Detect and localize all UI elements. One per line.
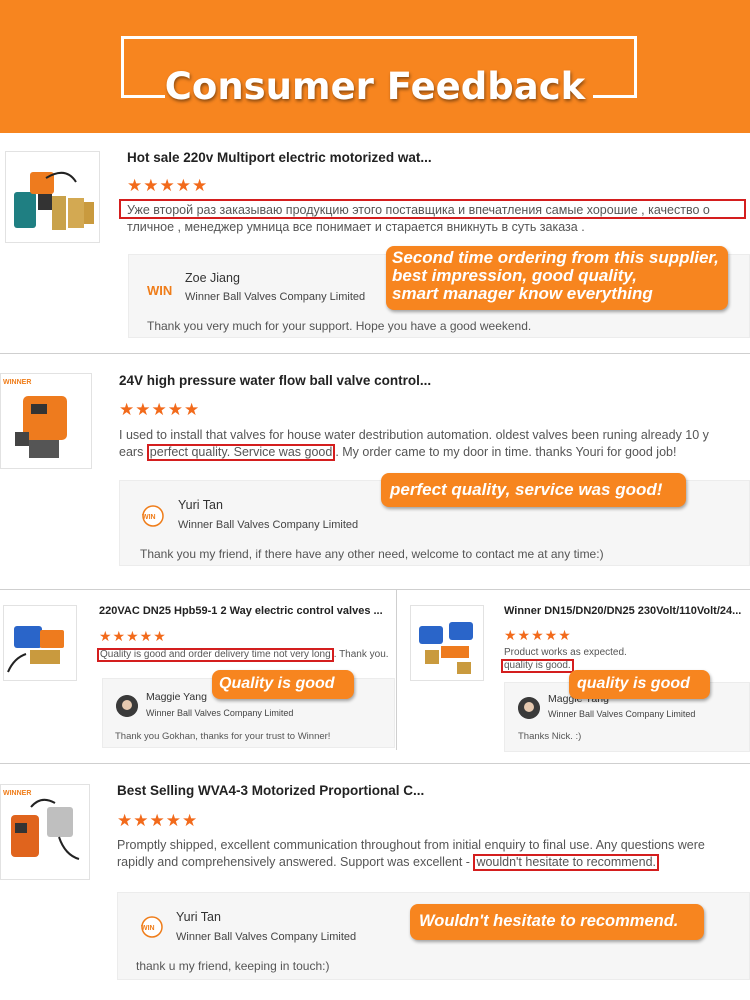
- svg-text:WINNER: WINNER: [3, 379, 31, 386]
- rating-stars: ★★★★★: [504, 627, 572, 643]
- reply-message: Thank you Gokhan, thanks for your trust …: [115, 731, 331, 742]
- divider: [0, 763, 750, 764]
- product-image[interactable]: [5, 151, 100, 243]
- text-segment: ears: [119, 445, 147, 459]
- highlight-box: quality is good.: [501, 659, 574, 673]
- review-4: Winner DN15/DN20/DN25 230Volt/110Volt/24…: [397, 592, 750, 752]
- page-title: Consumer Feedback: [164, 65, 586, 108]
- svg-text:WIN: WIN: [141, 925, 155, 932]
- review-5: WINNER Best Selling WVA4-3 Motorized Pro…: [0, 770, 750, 995]
- review-text-line1: Promptly shipped, excellent communicatio…: [117, 838, 705, 852]
- rating-stars: ★★★★★: [117, 811, 199, 830]
- text-segment: . Thank you.: [333, 649, 389, 660]
- reply-message: thank u my friend, keeping in touch:): [136, 959, 330, 973]
- rating-stars: ★★★★★: [99, 628, 167, 644]
- rating-stars: ★★★★★: [127, 176, 209, 195]
- reply-message: Thank you my friend, if there have any o…: [140, 547, 604, 561]
- svg-text:WINNER: WINNER: [3, 790, 31, 797]
- reply-company: Winner Ball Valves Company Limited: [176, 931, 357, 943]
- reply-company: Winner Ball Valves Company Limited: [548, 709, 696, 719]
- winner-logo-icon: WIN: [147, 278, 177, 300]
- divider: [0, 353, 750, 354]
- product-title[interactable]: 220VAC DN25 Hpb59-1 2 Way electric contr…: [99, 605, 383, 617]
- product-title[interactable]: 24V high pressure water flow ball valve …: [119, 373, 431, 388]
- review-text-line2: rapidly and comprehensively answered. Su…: [117, 854, 660, 871]
- review-text: Quality is good and order delivery time …: [97, 648, 389, 662]
- callout-line: Second time ordering from this supplier,: [392, 248, 719, 267]
- review-text-line1: Product works as expected.: [504, 647, 627, 658]
- product-title[interactable]: Best Selling WVA4-3 Motorized Proportion…: [117, 783, 424, 798]
- callout-line: Quality is good: [219, 675, 335, 692]
- svg-text:WIN: WIN: [147, 283, 172, 298]
- rating-stars: ★★★★★: [119, 400, 201, 419]
- translation-callout: Second time ordering from this supplier,…: [386, 246, 728, 310]
- divider: [0, 589, 750, 590]
- reply-name: Maggie Yang: [146, 691, 207, 703]
- winner-logo-icon: WIN: [138, 505, 168, 527]
- callout-line: smart manager know everything: [392, 284, 653, 303]
- review-text-line2: quality is good.: [501, 659, 574, 673]
- product-title[interactable]: Hot sale 220v Multiport electric motoriz…: [127, 150, 432, 165]
- review-text-line2: тличное , менеджер умница все понимает и…: [127, 220, 585, 234]
- reply-company: Winner Ball Valves Company Limited: [185, 291, 366, 303]
- review-text-line2: ears perfect quality. Service was good. …: [119, 444, 676, 461]
- product-image[interactable]: [410, 605, 484, 681]
- review-2: WINNER 24V high pressure water flow ball…: [0, 360, 750, 588]
- product-image[interactable]: WINNER: [0, 373, 92, 469]
- reply-company: Winner Ball Valves Company Limited: [146, 708, 294, 718]
- callout-line: best impression, good quality,: [392, 266, 637, 285]
- reply-name: Yuri Tan: [176, 910, 221, 924]
- highlight-box: Quality is good and order delivery time …: [97, 648, 334, 662]
- avatar: [116, 695, 138, 717]
- product-title[interactable]: Winner DN15/DN20/DN25 230Volt/110Volt/24…: [504, 605, 741, 617]
- callout-line: perfect quality, service was good!: [390, 480, 663, 499]
- reply-name: Yuri Tan: [178, 498, 223, 512]
- reply-name: Zoe Jiang: [185, 271, 240, 285]
- avatar: [518, 697, 540, 719]
- review-text-line1: I used to install that valves for house …: [119, 428, 709, 442]
- highlight-box: perfect quality. Service was good: [146, 444, 336, 461]
- svg-text:WIN: WIN: [142, 514, 156, 521]
- translation-callout: Quality is good: [212, 670, 354, 699]
- translation-callout: Wouldn't hesitate to recommend.: [410, 904, 704, 940]
- callout-line: Wouldn't hesitate to recommend.: [419, 912, 679, 930]
- reply-message: Thank you very much for your support. Ho…: [147, 319, 532, 333]
- highlight-box: wouldn't hesitate to recommend.: [473, 854, 660, 871]
- text-segment: . My order came to my door in time. than…: [335, 445, 677, 459]
- translation-callout: perfect quality, service was good!: [381, 473, 686, 507]
- product-image[interactable]: WINNER: [0, 784, 90, 880]
- reply-message: Thanks Nick. :): [518, 731, 582, 742]
- review-1: Hot sale 220v Multiport electric motoriz…: [0, 140, 750, 352]
- translation-callout: quality is good: [569, 670, 710, 699]
- review-3: 220VAC DN25 Hpb59-1 2 Way electric contr…: [0, 592, 396, 752]
- highlight-box: [119, 199, 746, 219]
- winner-logo-icon: WIN: [137, 916, 167, 938]
- callout-line: quality is good: [577, 675, 690, 692]
- product-image[interactable]: [3, 605, 77, 681]
- reply-company: Winner Ball Valves Company Limited: [178, 519, 359, 531]
- header-banner: Consumer Feedback: [0, 0, 750, 133]
- text-segment: rapidly and comprehensively answered. Su…: [117, 855, 474, 869]
